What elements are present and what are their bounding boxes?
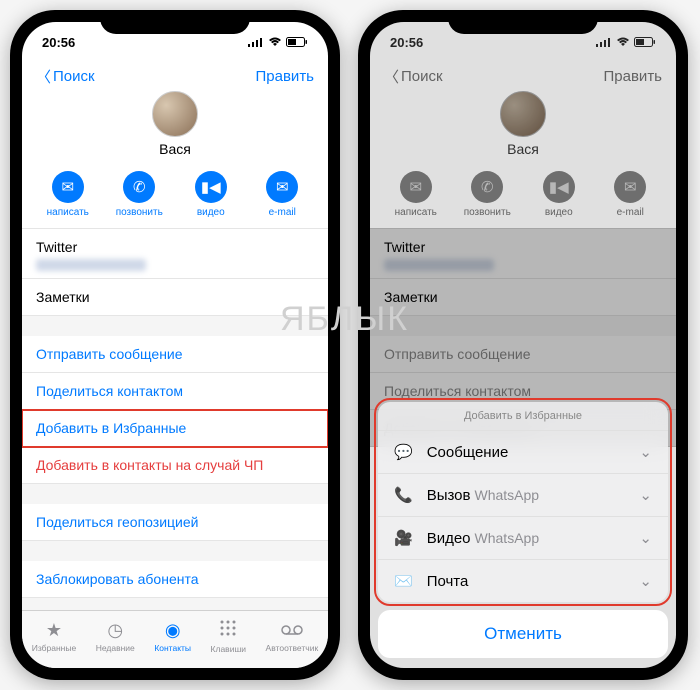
chevron-down-icon: ⌄ <box>639 486 652 504</box>
tab-contacts-label: Контакты <box>154 643 191 653</box>
tab-recents[interactable]: ◷ Недавние <box>96 620 135 653</box>
tab-voicemail[interactable]: Автоответчик <box>266 620 319 653</box>
mail-icon: ✉ <box>276 178 289 196</box>
cell-twitter[interactable]: Twitter <box>22 229 328 279</box>
detail-list: Twitter Заметки Отправить сообщение Поде… <box>22 229 328 610</box>
sheet-row-video[interactable]: 🎥 ВидеоWhatsApp ⌄ <box>378 517 668 560</box>
twitter-label: Twitter <box>36 239 314 255</box>
status-time: 20:56 <box>42 35 75 50</box>
cell-block[interactable]: Заблокировать абонента <box>22 561 328 598</box>
tab-bar: ★ Избранные ◷ Недавние ◉ Контакты Клавиш… <box>22 610 328 668</box>
battery-icon <box>286 37 308 48</box>
sheet-row-message[interactable]: 💬 Сообщение ⌄ <box>378 431 668 474</box>
section-linked: Связанные контакты <box>22 598 328 610</box>
phone-left: 20:56 〈 Поиск Править Вася <box>10 10 340 680</box>
video-icon: 🎥 <box>394 529 413 547</box>
tab-keypad[interactable]: Клавиши <box>211 619 246 654</box>
chevron-down-icon: ⌄ <box>639 572 652 590</box>
clock-icon: ◷ <box>107 620 123 641</box>
contact-name: Вася <box>159 141 191 157</box>
chevron-down-icon: ⌄ <box>639 529 652 547</box>
sheet-mail-label: Почта <box>427 573 469 590</box>
notch <box>100 10 250 34</box>
home-indicator[interactable] <box>468 671 578 675</box>
video-icon: ▮◀ <box>201 178 221 196</box>
action-email-label: e-mail <box>269 207 296 218</box>
tab-keypad-label: Клавиши <box>211 644 246 654</box>
action-sheet: Добавить в Избранные 💬 Сообщение ⌄ 📞 Вызов… <box>378 402 668 602</box>
tab-voicemail-label: Автоответчик <box>266 643 319 653</box>
gap <box>22 541 328 561</box>
wifi-icon <box>268 37 282 47</box>
twitter-value-blurred <box>36 259 146 271</box>
cell-add-favorites[interactable]: Добавить в Избранные <box>22 410 328 447</box>
contact-icon: ◉ <box>165 620 181 641</box>
mail-icon: ✉️ <box>394 572 413 590</box>
gap <box>22 484 328 504</box>
contact-header: Вася <box>22 87 328 165</box>
action-message-label: написать <box>47 207 89 218</box>
quick-actions: ✉ написать ✆ позвонить ▮◀ видео ✉ e-mail <box>22 165 328 229</box>
voicemail-icon <box>281 620 303 641</box>
phone-icon: ✆ <box>133 178 146 196</box>
back-button[interactable]: 〈 Поиск <box>36 66 95 87</box>
gap <box>22 316 328 336</box>
action-video-label: видео <box>197 207 225 218</box>
chevron-down-icon: ⌄ <box>639 443 652 461</box>
home-indicator[interactable] <box>120 671 230 675</box>
action-email[interactable]: ✉ e-mail <box>252 171 312 218</box>
keypad-icon <box>219 619 237 642</box>
phone-right: 20:56 〈 Поиск Править Вася <box>358 10 688 680</box>
message-icon: ✉ <box>61 178 74 196</box>
tab-recents-label: Недавние <box>96 643 135 653</box>
sheet-row-call[interactable]: 📞 ВызовWhatsApp ⌄ <box>378 474 668 517</box>
cell-emergency[interactable]: Добавить в контакты на случай ЧП <box>22 447 328 484</box>
tab-favorites[interactable]: ★ Избранные <box>32 620 76 653</box>
action-call-label: позвонить <box>116 207 163 218</box>
cell-share-location[interactable]: Поделиться геопозицией <box>22 504 328 541</box>
cell-notes[interactable]: Заметки <box>22 279 328 316</box>
tab-contacts[interactable]: ◉ Контакты <box>154 620 191 653</box>
message-icon: 💬 <box>394 443 413 461</box>
cell-send-message[interactable]: Отправить сообщение <box>22 336 328 373</box>
nav-bar: 〈 Поиск Править <box>22 62 328 87</box>
sheet-message-label: Сообщение <box>427 444 509 461</box>
star-icon: ★ <box>46 620 62 641</box>
chevron-left-icon: 〈 <box>36 66 51 87</box>
phone-icon: 📞 <box>394 486 413 504</box>
sheet-call-label: Вызов <box>427 487 471 504</box>
action-call[interactable]: ✆ позвонить <box>109 171 169 218</box>
back-label: Поиск <box>53 68 95 85</box>
action-message[interactable]: ✉ написать <box>38 171 98 218</box>
action-sheet-container: Добавить в Избранные 💬 Сообщение ⌄ 📞 Вызов… <box>370 402 676 668</box>
sheet-call-sub: WhatsApp <box>475 487 540 503</box>
sheet-video-sub: WhatsApp <box>475 530 540 546</box>
avatar[interactable] <box>152 91 198 137</box>
signal-icon <box>248 37 264 47</box>
tab-favorites-label: Избранные <box>32 643 76 653</box>
sheet-row-mail[interactable]: ✉️ Почта ⌄ <box>378 560 668 602</box>
action-video[interactable]: ▮◀ видео <box>181 171 241 218</box>
cell-share-contact[interactable]: Поделиться контактом <box>22 373 328 410</box>
sheet-title: Добавить в Избранные <box>378 402 668 431</box>
edit-button[interactable]: Править <box>256 68 315 85</box>
sheet-video-label: Видео <box>427 530 471 547</box>
cancel-button[interactable]: Отменить <box>378 610 668 658</box>
